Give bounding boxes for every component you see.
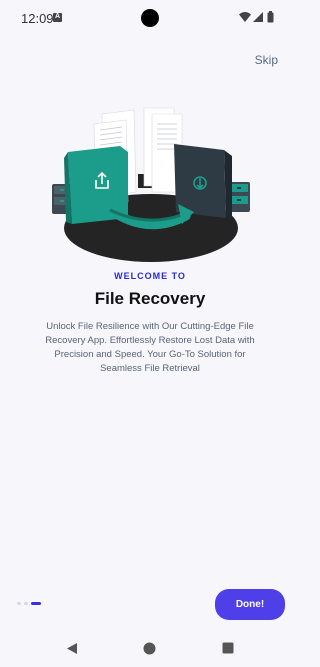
recents-icon[interactable]: [222, 642, 234, 654]
pager-dot: [24, 602, 28, 605]
signal-icon: [253, 12, 263, 22]
status-bar: 12:09 A: [0, 0, 300, 36]
welcome-eyebrow: WELCOME TO: [114, 271, 186, 281]
pager-indicator: [17, 602, 57, 606]
pager-dot: [17, 602, 21, 605]
camera-cutout: [141, 9, 159, 27]
status-icons: [239, 11, 279, 25]
home-icon[interactable]: [143, 642, 156, 655]
pager-dot-active: [31, 602, 41, 605]
battery-icon: [267, 11, 274, 23]
file-recovery-illustration: [52, 107, 250, 262]
page-title: File Recovery: [94, 289, 206, 308]
done-button[interactable]: Done!: [215, 589, 285, 620]
notification-icon: A: [53, 13, 62, 22]
status-time: 12:09: [21, 11, 54, 26]
description-text: Unlock File Resilience with Our Cutting-…: [45, 321, 255, 374]
back-icon[interactable]: [66, 642, 78, 655]
skip-button[interactable]: Skip: [255, 53, 278, 67]
system-nav-bar: [0, 630, 300, 667]
wifi-icon: [239, 12, 251, 22]
